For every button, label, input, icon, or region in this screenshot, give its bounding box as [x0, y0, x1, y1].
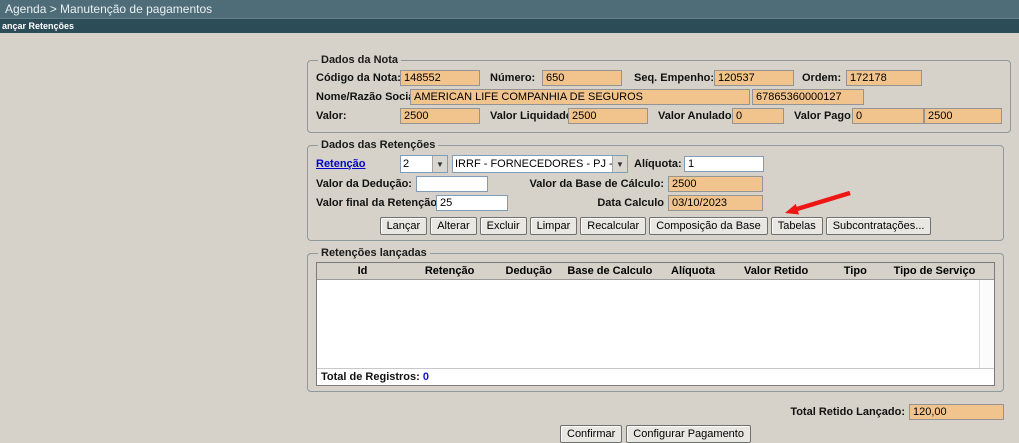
- lancar-button[interactable]: Lançar: [380, 217, 428, 235]
- retencoes-lancadas-section: Retenções lançadas Id Retenção Dedução B…: [307, 247, 1004, 392]
- breadcrumb-bar: Agenda > Manutenção de pagamentos: [0, 0, 1019, 18]
- tabelas-button[interactable]: Tabelas: [771, 217, 823, 235]
- valor-pago-total-field[interactable]: [924, 108, 1002, 124]
- valor-field[interactable]: [400, 108, 480, 124]
- tab-bar: ançar Retenções: [0, 18, 1019, 33]
- alterar-button[interactable]: Alterar: [430, 217, 476, 235]
- data-calculo-field[interactable]: [668, 195, 763, 211]
- retencoes-table: Id Retenção Dedução Base de Calculo Alíq…: [316, 262, 995, 386]
- valor-pago-label: Valor Pago:: [794, 110, 852, 122]
- total-registros-value: 0: [423, 371, 429, 383]
- cnpj-field[interactable]: [752, 89, 864, 105]
- column-id: Id: [317, 263, 408, 279]
- valor-deducao-label: Valor da Dedução:: [316, 178, 416, 190]
- valor-final-retencao-label: Valor final da Retenção:: [316, 197, 436, 209]
- limpar-button[interactable]: Limpar: [530, 217, 578, 235]
- column-aliquota: Alíquota: [653, 263, 732, 279]
- retencao-link[interactable]: Retenção: [316, 158, 400, 170]
- aliquota-field[interactable]: [684, 156, 764, 172]
- retencao-actions: Lançar Alterar Excluir Limpar Recalcular…: [316, 217, 995, 235]
- numero-label: Número:: [490, 72, 542, 84]
- valor-anulado-label: Valor Anulado:: [658, 110, 732, 122]
- seq-empenho-field[interactable]: [714, 70, 794, 86]
- column-tipo-de-servico: Tipo de Serviço: [891, 263, 978, 279]
- retencao-numero-value: 2: [401, 156, 432, 172]
- column-valor-retido: Valor Retido: [733, 263, 820, 279]
- valor-liquidado-label: Valor Liquidado:: [490, 110, 568, 122]
- confirmar-button[interactable]: Confirmar: [560, 425, 622, 443]
- retencao-tipo-value: IRRF - FORNECEDORES - PJ - 1%: [453, 156, 612, 172]
- nome-razao-social-field[interactable]: [410, 89, 750, 105]
- main-form: Dados da Nota Código da Nota: Número: Se…: [307, 54, 1004, 443]
- total-registros-row: Total de Registros: 0: [317, 368, 994, 385]
- tab-lancar-retencoes[interactable]: ançar Retenções: [2, 21, 74, 31]
- column-retencao: Retenção: [408, 263, 491, 279]
- column-base-de-calculo: Base de Calculo: [566, 263, 653, 279]
- page-actions: Confirmar Configurar Pagamento: [307, 425, 1004, 443]
- codigo-da-nota-field[interactable]: [400, 70, 480, 86]
- dados-da-nota-section: Dados da Nota Código da Nota: Número: Se…: [307, 54, 1011, 133]
- codigo-da-nota-label: Código da Nota:: [316, 72, 400, 84]
- valor-liquidado-field[interactable]: [568, 108, 648, 124]
- subcontratacoes-button[interactable]: Subcontratações...: [826, 217, 932, 235]
- dados-das-retencoes-legend: Dados das Retenções: [318, 139, 438, 151]
- chevron-down-icon: ▼: [612, 156, 627, 172]
- column-scroll-gutter: [978, 263, 994, 279]
- retencao-row-2: Valor da Dedução: Valor da Base de Cálcu…: [316, 176, 995, 192]
- retencoes-table-body: [317, 280, 994, 368]
- retencao-numero-select[interactable]: 2 ▼: [400, 155, 448, 173]
- total-retido-row: Total Retido Lançado:: [307, 404, 1004, 420]
- retencao-row-1: Retenção 2 ▼ IRRF - FORNECEDORES - PJ - …: [316, 155, 995, 173]
- retencao-tipo-select[interactable]: IRRF - FORNECEDORES - PJ - 1% ▼: [452, 155, 628, 173]
- total-registros-label: Total de Registros:: [321, 371, 420, 383]
- ordem-label: Ordem:: [802, 72, 846, 84]
- nome-razao-social-label: Nome/Razão Social:: [316, 91, 410, 103]
- valor-final-retencao-field[interactable]: [436, 195, 508, 211]
- valor-deducao-field[interactable]: [416, 176, 488, 192]
- recalcular-button[interactable]: Recalcular: [580, 217, 646, 235]
- retencoes-lancadas-legend: Retenções lançadas: [318, 247, 430, 259]
- table-scrollbar[interactable]: [979, 280, 994, 368]
- numero-field[interactable]: [542, 70, 622, 86]
- excluir-button[interactable]: Excluir: [480, 217, 527, 235]
- aliquota-label: Alíquota:: [634, 158, 684, 170]
- total-retido-lancado-field[interactable]: [909, 404, 1004, 420]
- valor-anulado-field[interactable]: [732, 108, 784, 124]
- valor-pago-field[interactable]: [852, 108, 924, 124]
- breadcrumb: Agenda > Manutenção de pagamentos: [5, 2, 212, 16]
- configurar-pagamento-button[interactable]: Configurar Pagamento: [626, 425, 751, 443]
- nota-row-1: Código da Nota: Número: Seq. Empenho:: O…: [316, 70, 1002, 86]
- column-tipo: Tipo: [820, 263, 891, 279]
- valor-label: Valor:: [316, 110, 400, 122]
- retencao-row-3: Valor final da Retenção: Data Calculo: [316, 195, 995, 211]
- dados-da-nota-legend: Dados da Nota: [318, 54, 401, 66]
- base-calculo-label: Valor da Base de Cálculo:: [488, 178, 668, 190]
- nota-row-2: Nome/Razão Social:: [316, 89, 1002, 105]
- ordem-field[interactable]: [846, 70, 922, 86]
- retencoes-table-header: Id Retenção Dedução Base de Calculo Alíq…: [317, 263, 994, 280]
- chevron-down-icon: ▼: [432, 156, 447, 172]
- column-deducao: Dedução: [491, 263, 566, 279]
- dados-das-retencoes-section: Dados das Retenções Retenção 2 ▼ IRRF - …: [307, 139, 1004, 241]
- data-calculo-label: Data Calculo: [508, 197, 668, 209]
- nota-row-3: Valor: Valor Liquidado: Valor Anulado: V…: [316, 108, 1002, 124]
- seq-empenho-label: Seq. Empenho::: [634, 72, 714, 84]
- total-retido-lancado-label: Total Retido Lançado:: [790, 406, 905, 418]
- base-calculo-field[interactable]: [668, 176, 763, 192]
- composicao-da-base-button[interactable]: Composição da Base: [649, 217, 768, 235]
